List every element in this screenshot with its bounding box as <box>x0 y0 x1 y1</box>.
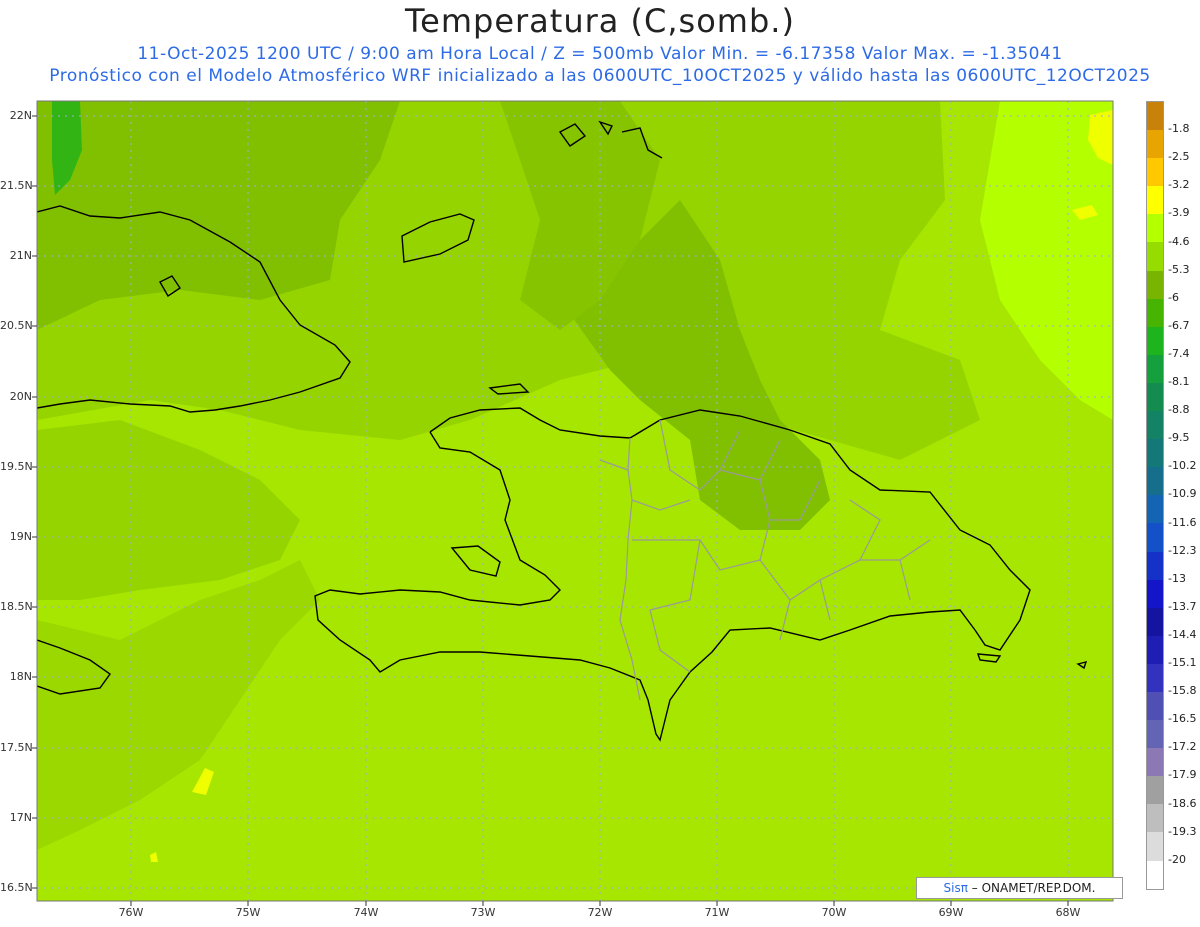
legend-swatch <box>1147 354 1163 383</box>
legend-value: -20 <box>1168 852 1186 866</box>
legend-swatch <box>1147 804 1163 833</box>
legend-swatch <box>1147 270 1163 299</box>
credit-text: – ONAMET/REP.DOM. <box>971 881 1096 895</box>
lon-label: 68W <box>1055 906 1081 919</box>
lat-label: 18N <box>9 670 32 683</box>
legend-value: -13 <box>1168 571 1186 585</box>
legend-swatch <box>1147 382 1163 412</box>
legend-value: -11.6 <box>1168 515 1197 529</box>
model-info-line: Pronóstico con el Modelo Atmosférico WRF… <box>49 66 1151 86</box>
lat-label: 20N <box>9 390 32 403</box>
legend-swatch <box>1147 523 1163 552</box>
lat-label: 17N <box>9 811 32 824</box>
lat-label: 19.5N <box>0 460 33 473</box>
legend-swatch <box>1147 551 1163 580</box>
legend-value: -6 <box>1168 290 1179 304</box>
lon-label: 74W <box>353 906 379 919</box>
legend-value: -18.6 <box>1168 796 1197 810</box>
temperature-map <box>32 100 1114 906</box>
legend-swatch <box>1147 495 1163 524</box>
legend-value: -3.9 <box>1168 206 1190 220</box>
lat-label: 18.5N <box>0 600 33 613</box>
legend-value: -8.1 <box>1168 375 1190 388</box>
legend-swatch <box>1147 832 1163 861</box>
legend-value: -14.4 <box>1168 627 1197 641</box>
lon-label: 69W <box>938 906 964 919</box>
legend-value: -4.6 <box>1168 234 1190 248</box>
lat-label: 21N <box>9 249 32 262</box>
legend-swatch <box>1147 748 1163 777</box>
legend-swatch <box>1147 720 1163 749</box>
legend-swatch <box>1147 326 1163 355</box>
legend-value: -17.2 <box>1168 740 1197 754</box>
legend-value: -8.8 <box>1168 403 1190 417</box>
lat-label: 22N <box>9 109 32 122</box>
legend-swatch <box>1147 186 1163 215</box>
legend-swatch <box>1147 102 1163 131</box>
lon-label: 70W <box>821 906 847 919</box>
lon-label: 71W <box>704 906 730 919</box>
legend-value: -19.3 <box>1168 824 1197 838</box>
legend-value: -5.3 <box>1168 262 1190 276</box>
legend-value: -15.8 <box>1168 684 1197 698</box>
credit-box: Sisπ – ONAMET/REP.DOM. <box>916 877 1123 899</box>
lon-label: 72W <box>587 906 613 919</box>
legend-value: -17.9 <box>1168 768 1197 782</box>
color-legend <box>1146 101 1164 890</box>
legend-swatch <box>1147 242 1163 271</box>
legend-swatch <box>1147 214 1163 243</box>
legend-value: -9.5 <box>1168 431 1190 445</box>
legend-swatch <box>1147 158 1163 187</box>
legend-value: -10.9 <box>1168 487 1197 501</box>
lat-label: 16.5N <box>0 881 33 894</box>
legend-value: -2.5 <box>1168 150 1190 164</box>
lat-label: 17.5N <box>0 741 33 754</box>
sispi-logo: Sisπ <box>943 881 968 895</box>
legend-swatch <box>1147 298 1163 327</box>
legend-value: -1.8 <box>1168 122 1190 136</box>
legend-value: -15.1 <box>1168 656 1197 669</box>
lat-label: 20.5N <box>0 319 33 332</box>
legend-value: -7.4 <box>1168 346 1190 360</box>
lon-label: 75W <box>235 906 261 919</box>
legend-swatch <box>1147 776 1163 805</box>
legend-swatch <box>1147 860 1163 889</box>
legend-swatch <box>1147 663 1163 692</box>
legend-swatch <box>1147 467 1163 496</box>
legend-swatch <box>1147 130 1163 159</box>
legend-swatch <box>1147 691 1163 721</box>
lon-label: 73W <box>470 906 496 919</box>
legend-value: -3.2 <box>1168 178 1190 192</box>
lat-label: 21.5N <box>0 179 33 192</box>
legend-value: -12.3 <box>1168 543 1197 557</box>
legend-swatch <box>1147 635 1163 664</box>
lon-label: 76W <box>118 906 144 919</box>
run-info-line: 11-Oct-2025 1200 UTC / 9:00 am Hora Loca… <box>137 44 1063 64</box>
lat-label: 19N <box>9 530 32 543</box>
legend-swatch <box>1147 439 1163 468</box>
legend-swatch <box>1147 411 1163 440</box>
legend-swatch <box>1147 607 1163 636</box>
legend-value: -10.2 <box>1168 459 1197 473</box>
legend-value: -16.5 <box>1168 712 1197 726</box>
legend-swatch <box>1147 579 1163 608</box>
legend-value: -6.7 <box>1168 318 1190 332</box>
map-title: Temperatura (C,somb.) <box>405 2 795 40</box>
legend-value: -13.7 <box>1168 599 1197 613</box>
